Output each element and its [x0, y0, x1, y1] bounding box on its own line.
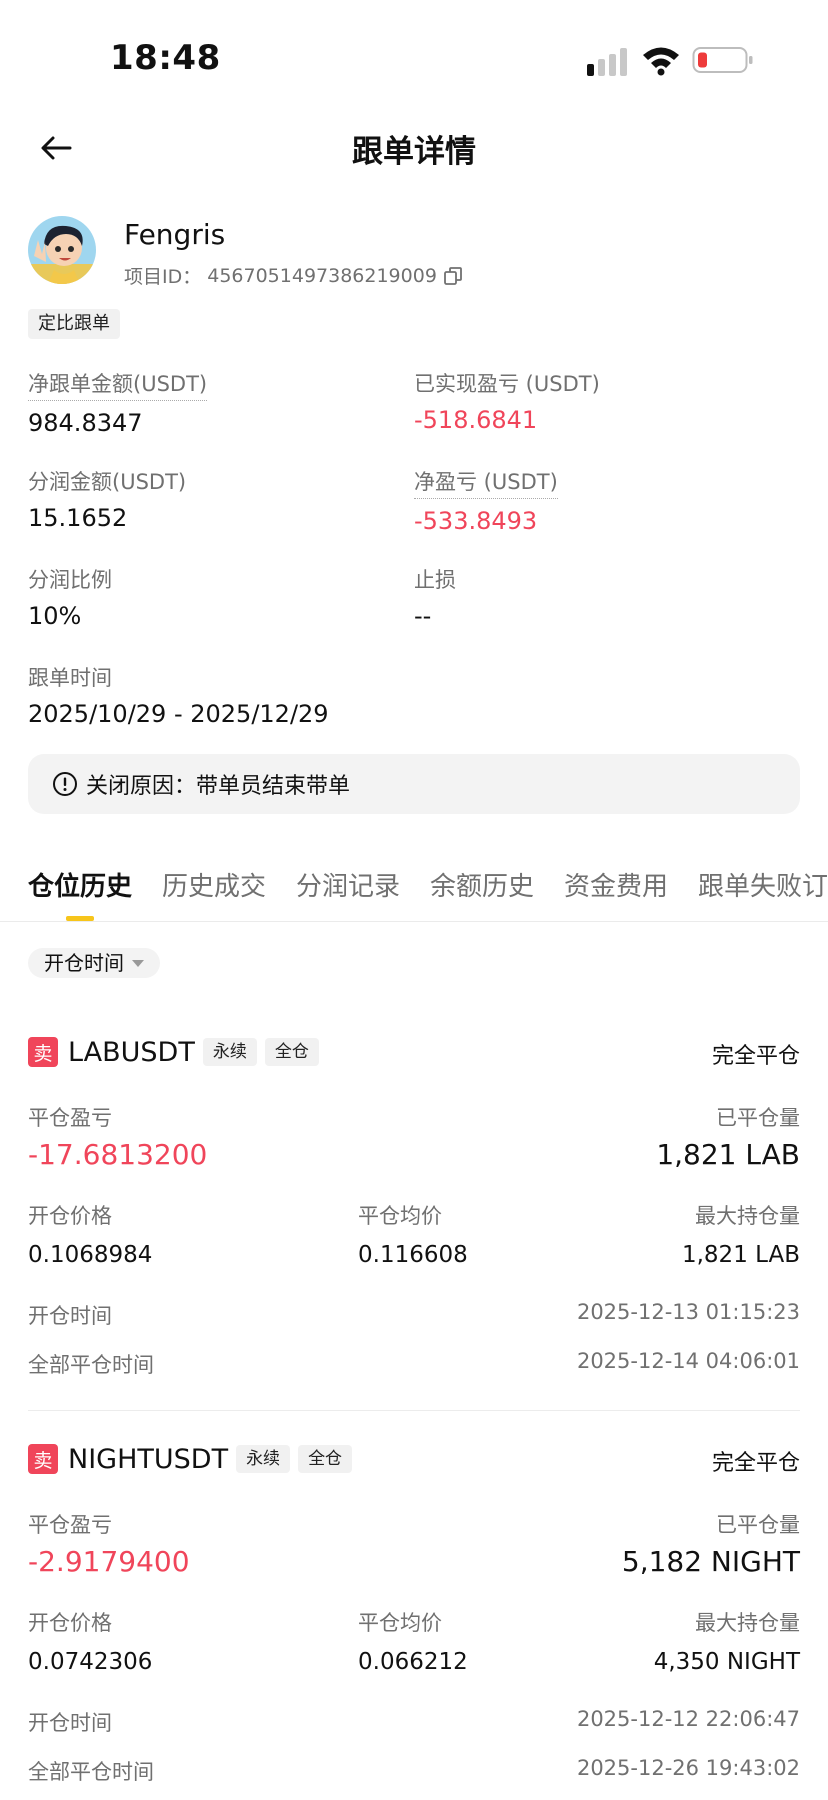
- stat-profit-share-amount: 分润金额(USDT) 15.1652: [28, 466, 186, 532]
- max-position-value: 1,821 LAB: [681, 1242, 800, 1268]
- stat-profit-share-ratio: 分润比例 10%: [28, 564, 112, 630]
- closed-qty-value: 1,821 LAB: [656, 1138, 800, 1171]
- stat-value: 10%: [28, 602, 82, 630]
- close-reason-label: 关闭原因：: [86, 774, 197, 799]
- stat-net-amount: 净跟单金额(USDT) 984.8347: [28, 368, 208, 437]
- stat-label: 分润比例: [28, 568, 112, 592]
- stat-label[interactable]: 净跟单金额(USDT): [28, 368, 208, 401]
- alert-circle-icon: [53, 772, 77, 796]
- position-header: 卖 NIGHTUSDT 永续 全仓 完全平仓: [28, 1443, 800, 1476]
- sell-badge: 卖: [28, 1444, 58, 1474]
- open-time-label: 开仓时间: [28, 1304, 112, 1328]
- stat-value: --: [414, 602, 432, 630]
- stat-value: 15.1652: [28, 504, 128, 532]
- close-pnl-value: -2.9179400: [28, 1545, 190, 1578]
- stat-label: 分润金额(USDT): [28, 470, 187, 494]
- stat-label: 跟单时间: [28, 666, 112, 690]
- max-position-value: 4,350 NIGHT: [653, 1649, 800, 1675]
- stat-stop-loss: 止损 --: [414, 564, 456, 630]
- stat-value: 2025/10/29 - 2025/12/29: [28, 700, 329, 728]
- status-time: 18:48: [110, 38, 221, 78]
- sell-badge: 卖: [28, 1037, 58, 1067]
- max-position-label: 最大持仓量: [695, 1204, 800, 1228]
- card-divider: [28, 1410, 800, 1411]
- close-pnl-label: 平仓盈亏: [28, 1106, 112, 1130]
- tab-bar: 仓位历史 历史成交 分润记录 余额历史 资金费用 跟单失败订: [0, 862, 828, 922]
- open-price-label: 开仓价格: [28, 1204, 112, 1228]
- wifi-icon: [643, 47, 679, 76]
- open-time-value: 2025-12-12 22:06:47: [576, 1707, 800, 1731]
- full-close-time-label: 全部平仓时间: [28, 1353, 154, 1377]
- open-price-label: 开仓价格: [28, 1611, 112, 1635]
- open-time-value: 2025-12-13 01:15:23: [576, 1300, 800, 1324]
- close-pnl-label: 平仓盈亏: [28, 1513, 112, 1537]
- project-id-label: 项目ID：: [124, 266, 202, 288]
- position-status: 完全平仓: [711, 1451, 800, 1476]
- project-id-value: 4567051497386219009: [207, 264, 437, 287]
- close-pnl-value: -17.6813200: [28, 1138, 208, 1171]
- margin-mode-tag: 全仓: [298, 1445, 353, 1473]
- close-avg-price-value: 0.066212: [358, 1649, 468, 1675]
- close-avg-price-value: 0.116608: [358, 1242, 468, 1268]
- stat-copy-time: 跟单时间 2025/10/29 - 2025/12/29: [28, 662, 329, 728]
- status-bar: 18:48: [0, 0, 828, 110]
- close-reason-banner: 关闭原因： 带单员结束带单: [28, 754, 800, 814]
- tab-copy-failed-orders[interactable]: 跟单失败订: [698, 866, 828, 903]
- nav-bar: 跟单详情: [0, 110, 828, 186]
- open-time-label: 开仓时间: [28, 1711, 112, 1735]
- stat-value: -533.8493: [414, 507, 538, 535]
- sort-dropdown[interactable]: 开仓时间: [28, 948, 160, 978]
- tab-position-history[interactable]: 仓位历史: [28, 866, 132, 903]
- copy-icon[interactable]: [443, 266, 463, 286]
- full-close-time-value: 2025-12-14 04:06:01: [576, 1349, 800, 1373]
- active-tab-indicator: [66, 916, 94, 921]
- cellular-signal-icon: [587, 48, 627, 76]
- stat-net-pnl: 净盈亏 (USDT) -533.8493: [414, 466, 558, 535]
- close-reason-value: 带单员结束带单: [196, 774, 351, 799]
- tab-trade-history[interactable]: 历史成交: [162, 866, 266, 903]
- close-avg-price-label: 平仓均价: [358, 1611, 442, 1635]
- position-card[interactable]: 卖 LABUSDT 永续 全仓 完全平仓 平仓盈亏 已平仓量 -17.68132…: [28, 1036, 800, 1411]
- open-price-value: 0.1068984: [28, 1242, 153, 1268]
- stat-realized-pnl: 已实现盈亏 (USDT) -518.6841: [414, 368, 600, 434]
- page-title: 跟单详情: [352, 134, 476, 170]
- stat-value: -518.6841: [414, 406, 538, 434]
- margin-mode-tag: 全仓: [264, 1038, 319, 1066]
- position-header: 卖 LABUSDT 永续 全仓 完全平仓: [28, 1036, 800, 1069]
- stat-label[interactable]: 净盈亏 (USDT): [414, 466, 558, 499]
- position-status: 完全平仓: [711, 1044, 800, 1069]
- position-symbol: NIGHTUSDT: [68, 1443, 229, 1475]
- caret-down-icon: [132, 959, 144, 967]
- stat-value: 984.8347: [28, 409, 143, 437]
- position-symbol: LABUSDT: [68, 1036, 195, 1068]
- stat-label: 已实现盈亏 (USDT): [414, 372, 600, 396]
- username: Fengris: [124, 218, 226, 251]
- close-avg-price-label: 平仓均价: [358, 1204, 442, 1228]
- stat-label: 止损: [414, 568, 456, 592]
- max-position-label: 最大持仓量: [695, 1611, 800, 1635]
- tab-funding-fees[interactable]: 资金费用: [564, 866, 668, 903]
- position-card[interactable]: 卖 NIGHTUSDT 永续 全仓 完全平仓 平仓盈亏 已平仓量 -2.9179…: [28, 1443, 800, 1800]
- full-close-time-value: 2025-12-26 19:43:02: [576, 1756, 800, 1780]
- tab-profit-share-records[interactable]: 分润记录: [296, 866, 400, 903]
- perpetual-tag: 永续: [202, 1038, 257, 1066]
- closed-qty-value: 5,182 NIGHT: [621, 1545, 800, 1578]
- open-price-value: 0.0742306: [28, 1649, 153, 1675]
- trader-profile: Fengris 项目ID： 4567051497386219009: [28, 212, 808, 292]
- perpetual-tag: 永续: [236, 1445, 291, 1473]
- closed-qty-label: 已平仓量: [716, 1106, 800, 1130]
- full-close-time-label: 全部平仓时间: [28, 1760, 154, 1784]
- avatar[interactable]: [28, 216, 96, 284]
- project-id-row: 项目ID： 4567051497386219009: [124, 262, 463, 289]
- closed-qty-label: 已平仓量: [716, 1513, 800, 1537]
- sort-label: 开仓时间: [44, 951, 124, 975]
- tab-balance-history[interactable]: 余额历史: [430, 866, 534, 903]
- copy-type-tag: 定比跟单: [28, 309, 120, 339]
- battery-icon: [692, 47, 753, 73]
